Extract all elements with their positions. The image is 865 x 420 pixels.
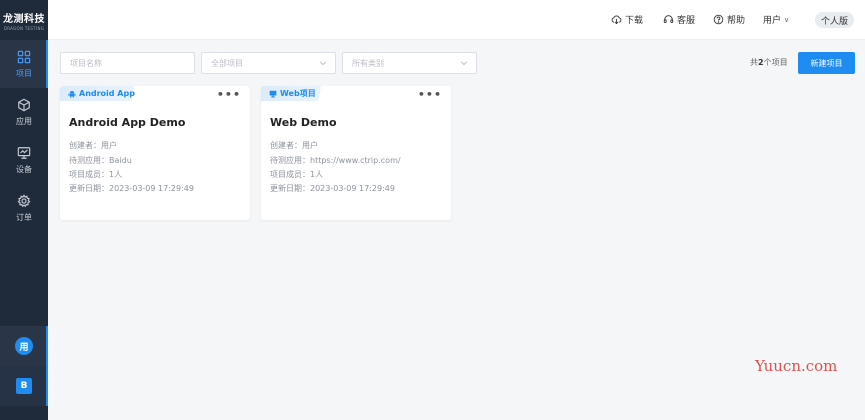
sidebar-item-apps[interactable]: 应用 xyxy=(0,88,48,136)
project-members: 项目成员：1人 xyxy=(69,170,123,179)
project-updated: 更新日期：2023-03-09 17:29:49 xyxy=(69,184,194,193)
user-avatar-button[interactable]: 用 xyxy=(0,326,48,366)
cube-icon xyxy=(18,98,30,111)
count-suffix: 个项目 xyxy=(763,58,788,67)
project-scope-select[interactable]: 全部项目 xyxy=(201,52,336,74)
project-count: 共2个项目 xyxy=(750,57,788,68)
help-circle-icon xyxy=(713,14,724,25)
logo-main-text: 龙测科技 xyxy=(3,13,45,25)
project-type-select[interactable]: 所有类别 xyxy=(342,52,477,74)
avatar: 用 xyxy=(15,337,33,355)
project-members: 项目成员：1人 xyxy=(270,170,324,179)
project-creator: 创建者：用户 xyxy=(270,141,318,150)
building-icon: B xyxy=(16,378,32,394)
tag-label: Android App xyxy=(79,89,135,98)
user-label: 用户 xyxy=(763,16,782,26)
watermark-text: Yuucn.com xyxy=(755,357,838,375)
sidebar-item-label: 应用 xyxy=(16,116,32,126)
project-name-input[interactable]: 项目名称 xyxy=(60,52,195,74)
grid-icon xyxy=(17,50,31,63)
sidebar-item-projects[interactable]: 项目 xyxy=(0,40,48,88)
cloud-download-icon xyxy=(611,15,622,25)
download-label: 下载 xyxy=(625,16,644,26)
help-label: 帮助 xyxy=(727,16,746,26)
count-prefix: 共 xyxy=(750,58,758,67)
customer-service-link[interactable]: 客服 xyxy=(663,13,695,26)
sidebar-item-label: 订单 xyxy=(16,212,32,222)
download-link[interactable]: 下载 xyxy=(611,13,643,26)
new-project-button[interactable]: 新建项目 xyxy=(798,52,855,74)
project-title[interactable]: Web Demo xyxy=(270,116,337,129)
docs-button[interactable]: B xyxy=(0,366,48,406)
logo-sub-text: DRAGON TESTING xyxy=(3,25,45,31)
sidebar-item-label: 设备 xyxy=(16,164,32,174)
chevron-down-icon xyxy=(460,61,468,66)
project-card[interactable]: Web项目 ••• Web Demo 创建者：用户 待测应用：https://w… xyxy=(261,86,451,220)
more-options-icon[interactable]: ••• xyxy=(418,88,442,101)
project-app: 待测应用：Baidu xyxy=(69,156,132,165)
more-options-icon[interactable]: ••• xyxy=(217,88,241,101)
gear-icon xyxy=(17,193,31,207)
top-header: 下载 客服 帮助 用户 ∨ 个人版 xyxy=(48,0,865,40)
sidebar-item-orders[interactable]: 订单 xyxy=(0,184,48,232)
sidebar-item-devices[interactable]: 设备 xyxy=(0,136,48,184)
sidebar: 龙测科技 DRAGON TESTING 项目 应用 设备 订单 用 B xyxy=(0,0,48,420)
project-updated: 更新日期：2023-03-09 17:29:49 xyxy=(270,184,395,193)
headset-icon xyxy=(663,15,674,24)
brand-logo: 龙测科技 DRAGON TESTING xyxy=(0,0,48,40)
android-icon xyxy=(68,90,76,98)
tag-label: Web项目 xyxy=(280,89,316,98)
project-type-value: 所有类别 xyxy=(352,58,384,68)
monitor-icon xyxy=(17,146,31,159)
desktop-icon xyxy=(269,90,277,97)
project-title[interactable]: Android App Demo xyxy=(69,116,185,129)
project-type-tag: Android App xyxy=(60,86,163,101)
help-link[interactable]: 帮助 xyxy=(713,13,745,26)
edition-badge[interactable]: 个人版 xyxy=(815,12,855,28)
project-app: 待测应用：https://www.ctrip.com/ xyxy=(270,156,401,165)
project-name-placeholder: 项目名称 xyxy=(70,58,102,68)
sidebar-item-label: 项目 xyxy=(16,68,32,78)
chevron-down-icon xyxy=(319,61,327,66)
project-scope-value: 全部项目 xyxy=(211,58,243,68)
project-card[interactable]: Android App ••• Android App Demo 创建者：用户 … xyxy=(60,86,250,220)
project-creator: 创建者：用户 xyxy=(69,141,117,150)
chevron-down-icon: ∨ xyxy=(784,15,790,24)
user-menu[interactable]: 用户 ∨ xyxy=(763,13,790,27)
project-type-tag: Web项目 xyxy=(261,86,344,101)
service-label: 客服 xyxy=(677,16,696,26)
